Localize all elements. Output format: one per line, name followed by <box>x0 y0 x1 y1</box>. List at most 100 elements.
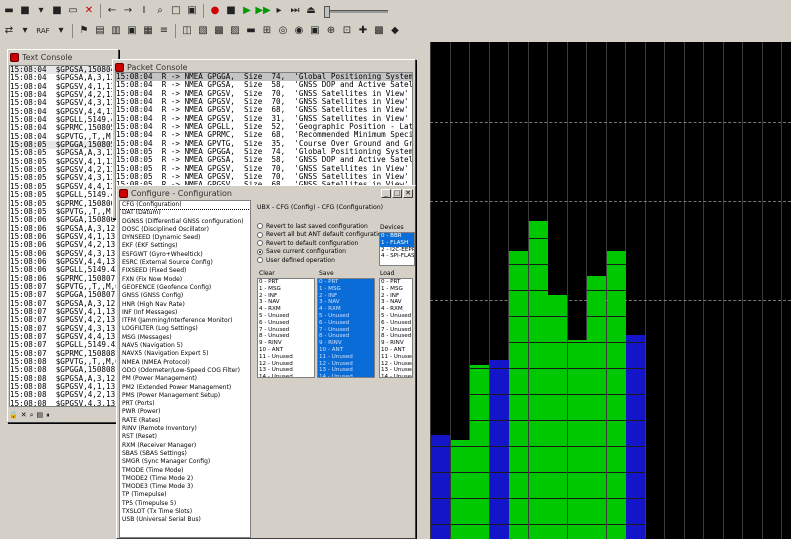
view-icon[interactable]: ▦ <box>141 24 155 38</box>
forward-icon[interactable]: → <box>121 4 135 18</box>
config-list-item[interactable]: ESFGWT (Gyro+Wheeltick) <box>120 251 250 259</box>
save-as-icon[interactable]: ■ <box>50 4 64 18</box>
close-icon[interactable]: ✕ <box>21 411 27 421</box>
text-cursor-icon[interactable]: I <box>137 4 151 18</box>
section-item[interactable]: 14 - Unused <box>258 374 314 377</box>
minimize-button[interactable]: _ <box>381 188 391 198</box>
config-list-item[interactable]: HNR (High Nav Rate) <box>120 301 250 309</box>
record-icon[interactable]: ● <box>208 4 222 18</box>
config-option[interactable]: Revert to default configuration <box>257 239 385 248</box>
section-item[interactable]: 0 - PRT <box>318 279 374 286</box>
radio-button[interactable] <box>257 240 263 247</box>
view-icon[interactable]: ▧ <box>196 24 210 38</box>
section-item[interactable]: 13 - Unused <box>258 367 314 374</box>
section-item[interactable]: 14 - Unused <box>380 374 412 377</box>
section-item[interactable]: 4 - RXM <box>380 306 412 313</box>
config-list-item[interactable]: USB (Universal Serial Bus) <box>120 516 250 524</box>
close-button[interactable]: ✕ <box>403 188 413 198</box>
open-icon[interactable]: ▬ <box>2 4 16 18</box>
config-list-item[interactable]: TMODE2 (Time Mode 2) <box>120 475 250 483</box>
config-option[interactable]: Save current configuration <box>257 248 385 257</box>
config-item-list[interactable]: CFG (Configuration) DAT (Datum) DGNSS (Dif… <box>119 200 251 538</box>
play-icon[interactable]: ▶ <box>240 4 254 18</box>
config-list-item[interactable]: PM2 (Extended Power Management) <box>120 384 250 392</box>
view-icon[interactable]: ▾ <box>18 24 32 38</box>
config-list-item[interactable]: NAVX5 (Navigation Expert 5) <box>120 350 250 358</box>
section-item[interactable]: 10 - ANT <box>380 347 412 354</box>
section-item[interactable]: 1 - MSG <box>258 286 314 293</box>
config-list-item[interactable]: DGNSS (Differential GNSS configuration) <box>120 218 250 226</box>
device-item[interactable]: 0 - BBR <box>380 233 414 240</box>
down-arrow-icon[interactable]: ▾ <box>34 4 48 18</box>
view-icon[interactable]: ◎ <box>276 24 290 38</box>
configure-titlebar[interactable]: Configure - Configuration _ □ ✕ <box>117 186 415 200</box>
config-list-item[interactable]: RST (Reset) <box>120 433 250 441</box>
section-item[interactable]: 4 - RXM <box>258 306 314 313</box>
section-item[interactable]: 5 - Unused <box>318 313 374 320</box>
section-item[interactable]: 1 - MSG <box>318 286 374 293</box>
section-item[interactable]: 5 - Unused <box>380 313 412 320</box>
view-icon[interactable]: ⊡ <box>340 24 354 38</box>
config-list-item[interactable]: RINV (Remote Inventory) <box>120 425 250 433</box>
eject-icon[interactable]: ⏏ <box>304 4 318 18</box>
print-icon[interactable]: ▭ <box>66 4 80 18</box>
config-option[interactable]: Revert all but ANT default configuration <box>257 231 385 240</box>
view-icon[interactable]: ▩ <box>212 24 226 38</box>
device-item[interactable]: 1 - FLASH <box>380 239 414 247</box>
save-icon[interactable]: ■ <box>18 4 32 18</box>
config-list-item[interactable]: PMS (Power Management Setup) <box>120 392 250 400</box>
radio-button[interactable] <box>257 231 263 238</box>
section-item[interactable]: 12 - Unused <box>258 361 314 368</box>
view-icon[interactable]: ⇄ <box>2 24 16 38</box>
config-list-item[interactable]: ITFM (Jamming/Interference Monitor) <box>120 317 250 325</box>
section-item[interactable]: 3 - NAV <box>380 299 412 306</box>
config-option[interactable]: Revert to last saved configuration <box>257 222 385 231</box>
config-list-item[interactable]: SMGR (Sync Manager Config) <box>120 458 250 466</box>
radio-button[interactable] <box>257 223 263 230</box>
section-item[interactable]: 9 - RINV <box>258 340 314 347</box>
view-icon[interactable]: ▩ <box>372 24 386 38</box>
device-item[interactable]: 2 - I2C-EEPROM <box>380 247 414 254</box>
section-item[interactable]: 2 - INF <box>258 293 314 300</box>
back-icon[interactable]: ← <box>105 4 119 18</box>
window-icon[interactable]: □ <box>169 4 183 18</box>
view-icon[interactable]: ⚑ <box>77 24 91 38</box>
config-list-item[interactable]: RATE (Rates) <box>120 417 250 425</box>
search-icon[interactable]: ⌕ <box>153 4 167 18</box>
config-list-item[interactable]: NMEA (NMEA Protocol) <box>120 359 250 367</box>
config-list-item[interactable]: PWR (Power) <box>120 408 250 416</box>
config-list-item[interactable]: FXN (Fix Now Mode) <box>120 276 250 284</box>
devices-list[interactable]: 0 - BBR1 - FLASH2 - I2C-EEPROM4 - SPI-FL… <box>379 232 415 266</box>
config-list-item[interactable]: PM (Power Management) <box>120 375 250 383</box>
section-item[interactable]: 4 - RXM <box>318 306 374 313</box>
section-item[interactable]: 7 - Unused <box>380 327 412 334</box>
config-list-item[interactable]: TMODE (Time Mode) <box>120 467 250 475</box>
maximize-button[interactable]: □ <box>392 188 402 198</box>
lock-icon[interactable]: 🔒 <box>9 411 18 421</box>
view-icon[interactable]: ▣ <box>125 24 139 38</box>
map-icon[interactable]: ▣ <box>185 4 199 18</box>
text-console-output[interactable]: 15:08:04 $GPGSA,150804.00,A,3,12,24,15:0… <box>9 65 117 407</box>
view-icon[interactable]: ▨ <box>228 24 242 38</box>
section-item[interactable]: 1 - MSG <box>380 286 412 293</box>
section-item[interactable]: 2 - INF <box>318 293 374 300</box>
section-item[interactable]: 9 - RINV <box>380 340 412 347</box>
view-icon[interactable]: ▣ <box>308 24 322 38</box>
config-list-item[interactable]: GNSS (GNSS Config) <box>120 292 250 300</box>
fast-forward-icon[interactable]: ▶▶ <box>255 4 270 18</box>
view-icon[interactable]: RAF <box>34 24 52 38</box>
config-list-item[interactable]: INF (Inf Messages) <box>120 309 250 317</box>
save-mask-list[interactable]: 0 - PRT 1 - MSG 2 - INF 3 - NAV 4 - RXM 5 - U… <box>317 278 375 378</box>
view-icon[interactable]: ▥ <box>109 24 123 38</box>
section-item[interactable]: 10 - ANT <box>318 347 374 354</box>
config-list-item[interactable]: SBAS (SBAS Settings) <box>120 450 250 458</box>
stop-icon[interactable]: ■ <box>224 4 238 18</box>
section-item[interactable]: 8 - Unused <box>380 333 412 340</box>
config-list-item[interactable]: TXSLOT (Tx Time Slots) <box>120 508 250 516</box>
section-item[interactable]: 7 - Unused <box>318 327 374 334</box>
section-item[interactable]: 6 - Unused <box>258 320 314 327</box>
search-icon[interactable]: ⌕ <box>30 411 34 421</box>
view-icon[interactable]: ✚ <box>356 24 370 38</box>
config-list-item[interactable]: PRT (Ports) <box>120 400 250 408</box>
config-list-item[interactable]: DYNSEED (Dynamic Seed) <box>120 234 250 242</box>
